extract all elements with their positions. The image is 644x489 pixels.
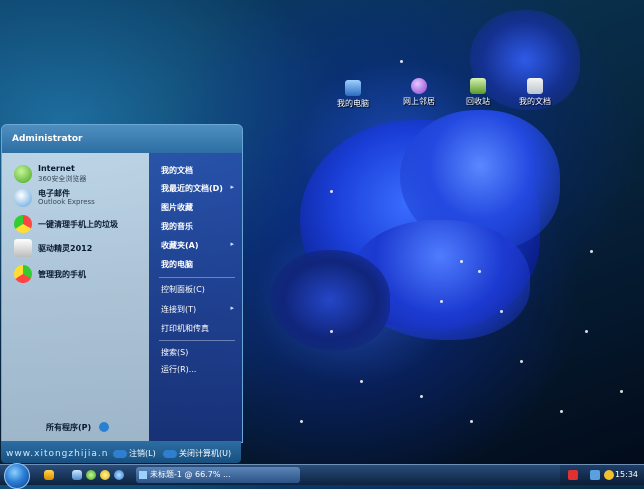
start-item-email[interactable]: 电子邮件 Outlook Express — [14, 187, 149, 209]
start-item-clean-phone[interactable]: 一键清理手机上的垃圾 — [14, 213, 149, 235]
submenu-arrow-icon: ▸ — [230, 240, 234, 248]
desktop-icon-label: 我的电脑 — [337, 99, 369, 108]
start-item-title: Internet — [38, 164, 75, 173]
start-place-control-panel[interactable]: 控制面板(C) — [161, 284, 205, 295]
start-place-connect-to[interactable]: 连接到(T) — [161, 304, 196, 315]
start-place-my-documents[interactable]: 我的文档 — [161, 165, 193, 176]
email-icon — [14, 189, 32, 207]
tray-sound-icon[interactable] — [604, 470, 614, 480]
all-programs-button[interactable]: 所有程序(P) — [46, 422, 91, 433]
start-menu-user-name: Administrator — [2, 125, 242, 153]
quicklaunch-qq-icon[interactable] — [100, 470, 110, 480]
start-item-subtitle: Outlook Express — [38, 198, 95, 206]
start-menu-programs-pane: Internet 360安全浏览器 电子邮件 Outlook Express 一… — [2, 153, 149, 442]
photoshop-icon — [139, 471, 147, 479]
logoff-label: 注销(L) — [129, 449, 156, 458]
start-item-driver-genius[interactable]: 驱动精灵2012 — [14, 237, 149, 259]
phone-cleaner-icon — [14, 215, 32, 233]
start-place-my-computer[interactable]: 我的电脑 — [161, 259, 193, 270]
start-place-printers[interactable]: 打印机和传真 — [161, 323, 209, 334]
taskbar-window-button[interactable]: 未标题-1 @ 66.7% ... — [136, 467, 300, 483]
desktop-icon-label: 我的文档 — [519, 97, 551, 106]
start-button[interactable] — [4, 463, 30, 489]
documents-folder-icon — [527, 78, 543, 94]
watermark-text: www.xitongzhijia.n — [6, 449, 109, 459]
start-item-manage-phone[interactable]: 管理我的手机 — [14, 263, 149, 285]
quicklaunch-ie-icon[interactable] — [114, 470, 124, 480]
driver-genius-icon — [14, 239, 32, 257]
start-place-recent-documents[interactable]: 我最近的文档(D) — [161, 183, 223, 194]
start-menu-places-pane: 我的文档 我最近的文档(D) ▸ 图片收藏 我的音乐 收藏夹(A) ▸ 我的电脑… — [149, 153, 242, 442]
network-globe-icon — [411, 78, 427, 94]
start-place-run[interactable]: 运行(R)... — [161, 364, 196, 375]
shutdown-icon — [163, 449, 177, 458]
quicklaunch-360-icon[interactable] — [86, 470, 96, 480]
quicklaunch-winamp-icon[interactable] — [44, 470, 54, 480]
logoff-icon — [113, 449, 127, 458]
start-place-music[interactable]: 我的音乐 — [161, 221, 193, 232]
taskbar-window-label: 未标题-1 @ 66.7% ... — [150, 470, 231, 479]
wallpaper-petal — [270, 250, 390, 350]
taskbar-clock: 15:34 — [614, 470, 638, 479]
system-tray: 15:34 — [560, 465, 644, 485]
recycle-bin-icon — [470, 78, 486, 94]
start-item-subtitle: 360安全浏览器 — [38, 175, 87, 183]
start-item-title: 驱动精灵2012 — [38, 244, 93, 253]
quicklaunch-desktop-icon[interactable] — [72, 470, 82, 480]
start-place-favorites[interactable]: 收藏夹(A) — [161, 240, 199, 251]
tray-arrow-icon[interactable] — [590, 470, 600, 480]
start-item-title: 一键清理手机上的垃圾 — [38, 220, 118, 229]
submenu-arrow-icon: ▸ — [230, 304, 234, 312]
start-item-title: 管理我的手机 — [38, 270, 86, 279]
browser-icon — [14, 165, 32, 183]
desktop-icon-my-computer[interactable]: 我的电脑 — [318, 80, 388, 109]
logoff-button[interactable]: 注销(L) — [113, 448, 156, 459]
taskbar: 未标题-1 @ 66.7% ... 15:34 — [0, 463, 644, 489]
start-item-internet[interactable]: Internet 360安全浏览器 — [14, 163, 149, 185]
shutdown-button[interactable]: 关闭计算机(U) — [163, 448, 231, 459]
phone-manager-icon — [14, 265, 32, 283]
menu-separator — [159, 340, 235, 341]
desktop-icon-my-documents[interactable]: 我的文档 — [500, 78, 570, 107]
start-place-pictures[interactable]: 图片收藏 — [161, 202, 193, 213]
all-programs-arrow-icon — [99, 422, 109, 432]
computer-icon — [345, 80, 361, 96]
shutdown-label: 关闭计算机(U) — [179, 449, 232, 458]
tray-app-icon[interactable] — [568, 470, 578, 480]
start-place-search[interactable]: 搜索(S) — [161, 347, 188, 358]
start-menu: Administrator Internet 360安全浏览器 电子邮件 Out… — [1, 124, 243, 443]
submenu-arrow-icon: ▸ — [230, 183, 234, 191]
menu-separator — [159, 277, 235, 278]
